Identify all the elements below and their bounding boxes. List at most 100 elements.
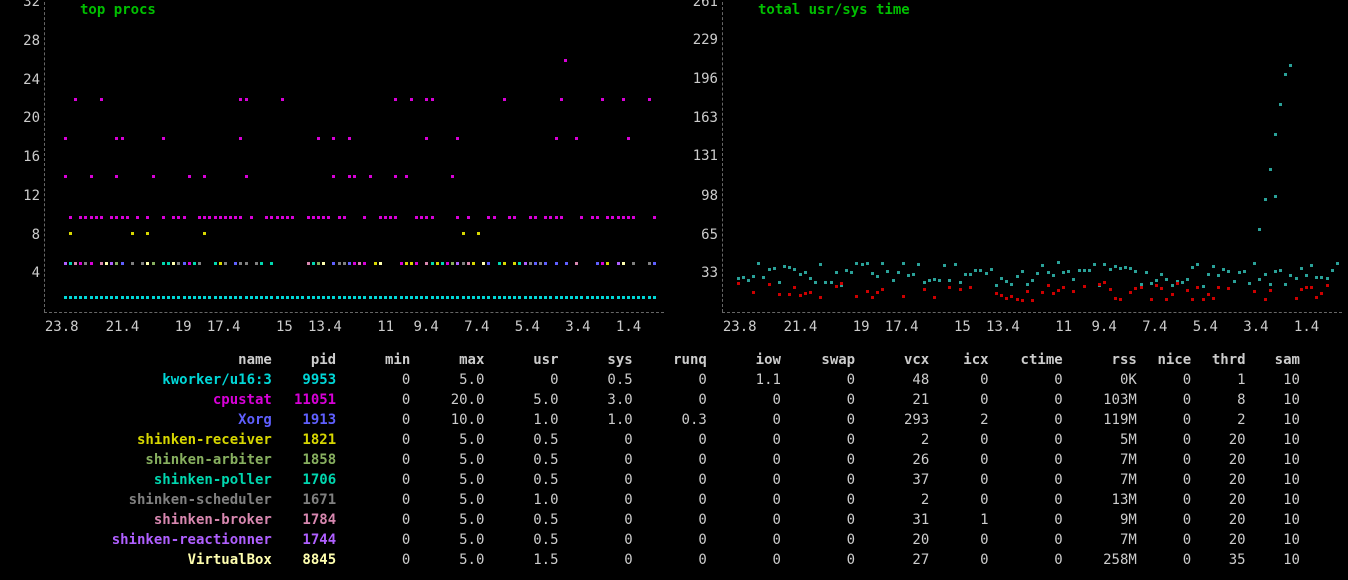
data-point bbox=[281, 216, 284, 219]
data-point bbox=[307, 296, 310, 299]
data-point bbox=[1264, 273, 1267, 276]
process-table: namepidminmaxusrsysrunqiowswapvcxicxctim… bbox=[0, 350, 1300, 570]
data-point bbox=[601, 262, 604, 265]
data-point bbox=[1052, 292, 1055, 295]
data-point bbox=[276, 296, 279, 299]
data-point bbox=[214, 296, 217, 299]
data-point bbox=[1243, 270, 1246, 273]
data-point bbox=[1196, 286, 1199, 289]
cell-pid: 1913 bbox=[272, 413, 336, 427]
cell-sys: 0 bbox=[559, 493, 633, 507]
data-point bbox=[778, 293, 781, 296]
data-point bbox=[286, 296, 289, 299]
data-point bbox=[431, 216, 434, 219]
data-point bbox=[648, 262, 651, 265]
cell-ctime: 0 bbox=[989, 473, 1063, 487]
data-point bbox=[405, 296, 408, 299]
data-point bbox=[1016, 275, 1019, 278]
data-point bbox=[518, 262, 521, 265]
data-point bbox=[555, 137, 558, 140]
cell-pid: 1706 bbox=[272, 473, 336, 487]
data-point bbox=[948, 286, 951, 289]
col-thrd: thrd bbox=[1191, 353, 1245, 367]
data-point bbox=[1145, 271, 1148, 274]
data-point bbox=[126, 216, 129, 219]
data-point bbox=[79, 262, 82, 265]
cell-pid: 1784 bbox=[272, 513, 336, 527]
data-point bbox=[653, 216, 656, 219]
data-point bbox=[1072, 278, 1075, 281]
data-point bbox=[1222, 268, 1225, 271]
x-tick: 13.4 bbox=[308, 320, 342, 334]
x-tick: 19 bbox=[853, 320, 870, 334]
data-point bbox=[348, 137, 351, 140]
data-point bbox=[224, 216, 227, 219]
cell-name: shinken-broker bbox=[0, 513, 272, 527]
cell-pid: 1858 bbox=[272, 453, 336, 467]
data-point bbox=[198, 216, 201, 219]
data-point bbox=[1326, 284, 1329, 287]
data-point bbox=[374, 262, 377, 265]
table-row: cpustat11051020.05.03.00002100103M0810 bbox=[0, 390, 1300, 410]
data-point bbox=[617, 262, 620, 265]
cell-usr: 5.0 bbox=[484, 393, 558, 407]
cell-max: 10.0 bbox=[410, 413, 484, 427]
data-point bbox=[115, 137, 118, 140]
col-name: name bbox=[0, 353, 272, 367]
data-point bbox=[809, 291, 812, 294]
cell-min: 0 bbox=[336, 453, 410, 467]
data-point bbox=[1109, 268, 1112, 271]
y-tick: 261 bbox=[682, 0, 718, 9]
data-point bbox=[591, 216, 594, 219]
data-point bbox=[804, 271, 807, 274]
cell-max: 5.0 bbox=[410, 493, 484, 507]
data-point bbox=[1248, 282, 1251, 285]
data-point bbox=[451, 296, 454, 299]
data-point bbox=[1103, 281, 1106, 284]
cell-vcx: 31 bbox=[855, 513, 929, 527]
data-point bbox=[912, 273, 915, 276]
data-point bbox=[436, 296, 439, 299]
data-point bbox=[1320, 276, 1323, 279]
cell-thrd: 20 bbox=[1191, 493, 1245, 507]
chart-total-time: total usr/sys time 261229196163131986533… bbox=[678, 0, 1348, 345]
data-point bbox=[529, 262, 532, 265]
data-point bbox=[1191, 266, 1194, 269]
cell-name: kworker/u16:3 bbox=[0, 373, 272, 387]
data-point bbox=[617, 216, 620, 219]
data-point bbox=[565, 262, 568, 265]
data-point bbox=[229, 296, 232, 299]
data-point bbox=[611, 216, 614, 219]
cell-ctime: 0 bbox=[989, 393, 1063, 407]
data-point bbox=[343, 262, 346, 265]
data-point bbox=[90, 262, 93, 265]
data-point bbox=[1284, 73, 1287, 76]
data-point bbox=[1289, 64, 1292, 67]
cell-swap: 0 bbox=[781, 493, 855, 507]
data-point bbox=[1010, 283, 1013, 286]
x-tick: 17.4 bbox=[885, 320, 919, 334]
data-point bbox=[332, 262, 335, 265]
data-point bbox=[425, 98, 428, 101]
data-point bbox=[270, 216, 273, 219]
data-point bbox=[881, 288, 884, 291]
col-rss: rss bbox=[1063, 353, 1137, 367]
data-point bbox=[1083, 285, 1086, 288]
y-tick: 229 bbox=[682, 33, 718, 47]
data-point bbox=[255, 296, 258, 299]
data-point bbox=[456, 296, 459, 299]
cell-icx: 0 bbox=[929, 453, 988, 467]
data-point bbox=[575, 262, 578, 265]
data-point bbox=[477, 296, 480, 299]
data-point bbox=[1253, 262, 1256, 265]
data-point bbox=[332, 175, 335, 178]
cell-iow: 1.1 bbox=[707, 373, 781, 387]
data-point bbox=[1119, 267, 1122, 270]
cell-name: shinken-scheduler bbox=[0, 493, 272, 507]
data-point bbox=[462, 232, 465, 235]
cell-max: 5.0 bbox=[410, 513, 484, 527]
x-tick: 3.4 bbox=[1243, 320, 1268, 334]
cell-usr: 1.5 bbox=[484, 553, 558, 567]
data-point bbox=[1062, 271, 1065, 274]
data-point bbox=[737, 282, 740, 285]
